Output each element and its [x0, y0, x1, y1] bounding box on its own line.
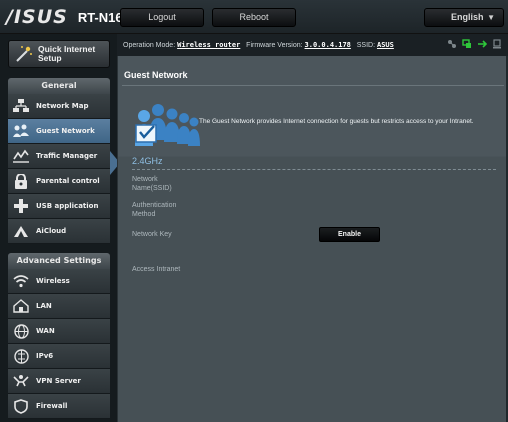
sidebar-item-label: Network Map	[36, 102, 89, 110]
enable-button[interactable]: Enable	[319, 227, 380, 242]
sidebar-item-ipv6[interactable]: IPv6	[8, 344, 110, 369]
firewall-icon	[12, 398, 30, 414]
advanced-settings-section-title: Advanced Settings	[8, 253, 110, 269]
top-bar: /ISUS RT-N16 Logout Reboot English ▼	[0, 0, 508, 34]
language-select[interactable]: English ▼	[424, 8, 504, 27]
guest-network-illustration-icon	[135, 104, 200, 146]
sidebar-item-network-map[interactable]: Network Map	[8, 94, 110, 119]
band-divider	[132, 169, 496, 170]
status-icons	[447, 39, 502, 49]
aicloud-icon	[12, 223, 30, 239]
brand-logo-text: /ISUS	[6, 6, 68, 28]
status-bar: Operation Mode: Wireless router Firmware…	[117, 34, 508, 56]
guest-network-icon	[12, 123, 30, 139]
sidebar-item-label: Traffic Manager	[36, 152, 98, 160]
sidebar: Quick Internet Setup General Network Map…	[0, 34, 120, 422]
vpn-server-icon	[12, 373, 30, 389]
logout-button[interactable]: Logout	[120, 8, 204, 27]
language-label: English	[451, 12, 484, 22]
link-status-icon[interactable]	[447, 39, 457, 49]
lan-icon	[12, 298, 30, 314]
sidebar-item-wan[interactable]: WAN	[8, 319, 110, 344]
sidebar-item-label: LAN	[36, 302, 52, 310]
sidebar-item-label: Guest Network	[36, 127, 95, 135]
magic-wand-icon	[16, 46, 32, 62]
sidebar-item-guest-network[interactable]: Guest Network	[8, 119, 110, 144]
chevron-down-icon: ▼	[487, 13, 495, 22]
sidebar-item-usb-application[interactable]: USB application	[8, 194, 110, 219]
operation-mode-link[interactable]: Wireless router	[177, 41, 240, 49]
network-map-icon	[12, 98, 30, 114]
page-title: Guest Network	[124, 70, 188, 80]
sidebar-item-aicloud[interactable]: AiCloud	[8, 219, 110, 244]
quick-internet-setup-button[interactable]: Quick Internet Setup	[8, 40, 110, 68]
ssid-label: SSID:	[356, 42, 376, 49]
firmware-label: Firmware Version:	[246, 42, 303, 49]
general-section-title: General	[8, 78, 110, 94]
internet-status-icon[interactable]	[462, 39, 472, 49]
asus-logo: /ISUS RT-N16	[6, 6, 123, 28]
sidebar-item-label: WAN	[36, 327, 55, 335]
operation-mode-label: Operation Mode:	[123, 42, 176, 49]
parental-control-icon	[12, 173, 30, 189]
sidebar-item-label: Firewall	[36, 402, 68, 410]
reboot-button[interactable]: Reboot	[212, 8, 296, 27]
sidebar-item-label: USB application	[36, 202, 99, 210]
authentication-method-label: Authentication Method	[132, 202, 177, 218]
title-divider	[122, 85, 504, 86]
sidebar-item-label: IPv6	[36, 352, 54, 360]
wan-icon	[12, 323, 30, 339]
ssid-link[interactable]: ASUS	[377, 41, 394, 49]
ipv6-icon	[12, 348, 30, 364]
sidebar-item-firewall[interactable]: Firewall	[8, 394, 110, 419]
quick-internet-setup-label: Quick Internet Setup	[38, 44, 96, 63]
firmware-version-link[interactable]: 3.0.0.4.178	[305, 41, 351, 49]
network-name-ssid-label: Network Name(SSID)	[132, 176, 172, 192]
sidebar-item-label: Parental control	[36, 177, 100, 185]
status-info: Operation Mode: Wireless router Firmware…	[123, 41, 394, 49]
wireless-icon	[12, 273, 30, 289]
usb-application-icon	[12, 198, 30, 214]
sidebar-item-vpn-server[interactable]: VPN Server	[8, 369, 110, 394]
sidebar-item-label: AiCloud	[36, 227, 67, 235]
main-panel: Guest Network The Guest Network provides…	[117, 56, 506, 422]
router-model: RT-N16	[77, 9, 123, 25]
guest-network-description: The Guest Network provides Internet conn…	[199, 118, 474, 125]
router-admin-page: /ISUS RT-N16 Logout Reboot English ▼ Qui…	[0, 0, 508, 422]
sidebar-item-label: Wireless	[36, 277, 70, 285]
printer-status-icon[interactable]	[492, 39, 502, 49]
sidebar-item-traffic-manager[interactable]: Traffic Manager	[8, 144, 110, 169]
access-intranet-label: Access Intranet	[132, 266, 181, 273]
network-key-label: Network Key	[132, 231, 172, 238]
sidebar-item-wireless[interactable]: Wireless	[8, 269, 110, 294]
band-title: 2.4GHz	[132, 156, 163, 166]
sidebar-item-lan[interactable]: LAN	[8, 294, 110, 319]
sidebar-item-parental-control[interactable]: Parental control	[8, 169, 110, 194]
traffic-manager-icon	[12, 148, 30, 164]
usb-status-icon[interactable]	[477, 39, 487, 49]
sidebar-item-label: VPN Server	[36, 377, 81, 385]
